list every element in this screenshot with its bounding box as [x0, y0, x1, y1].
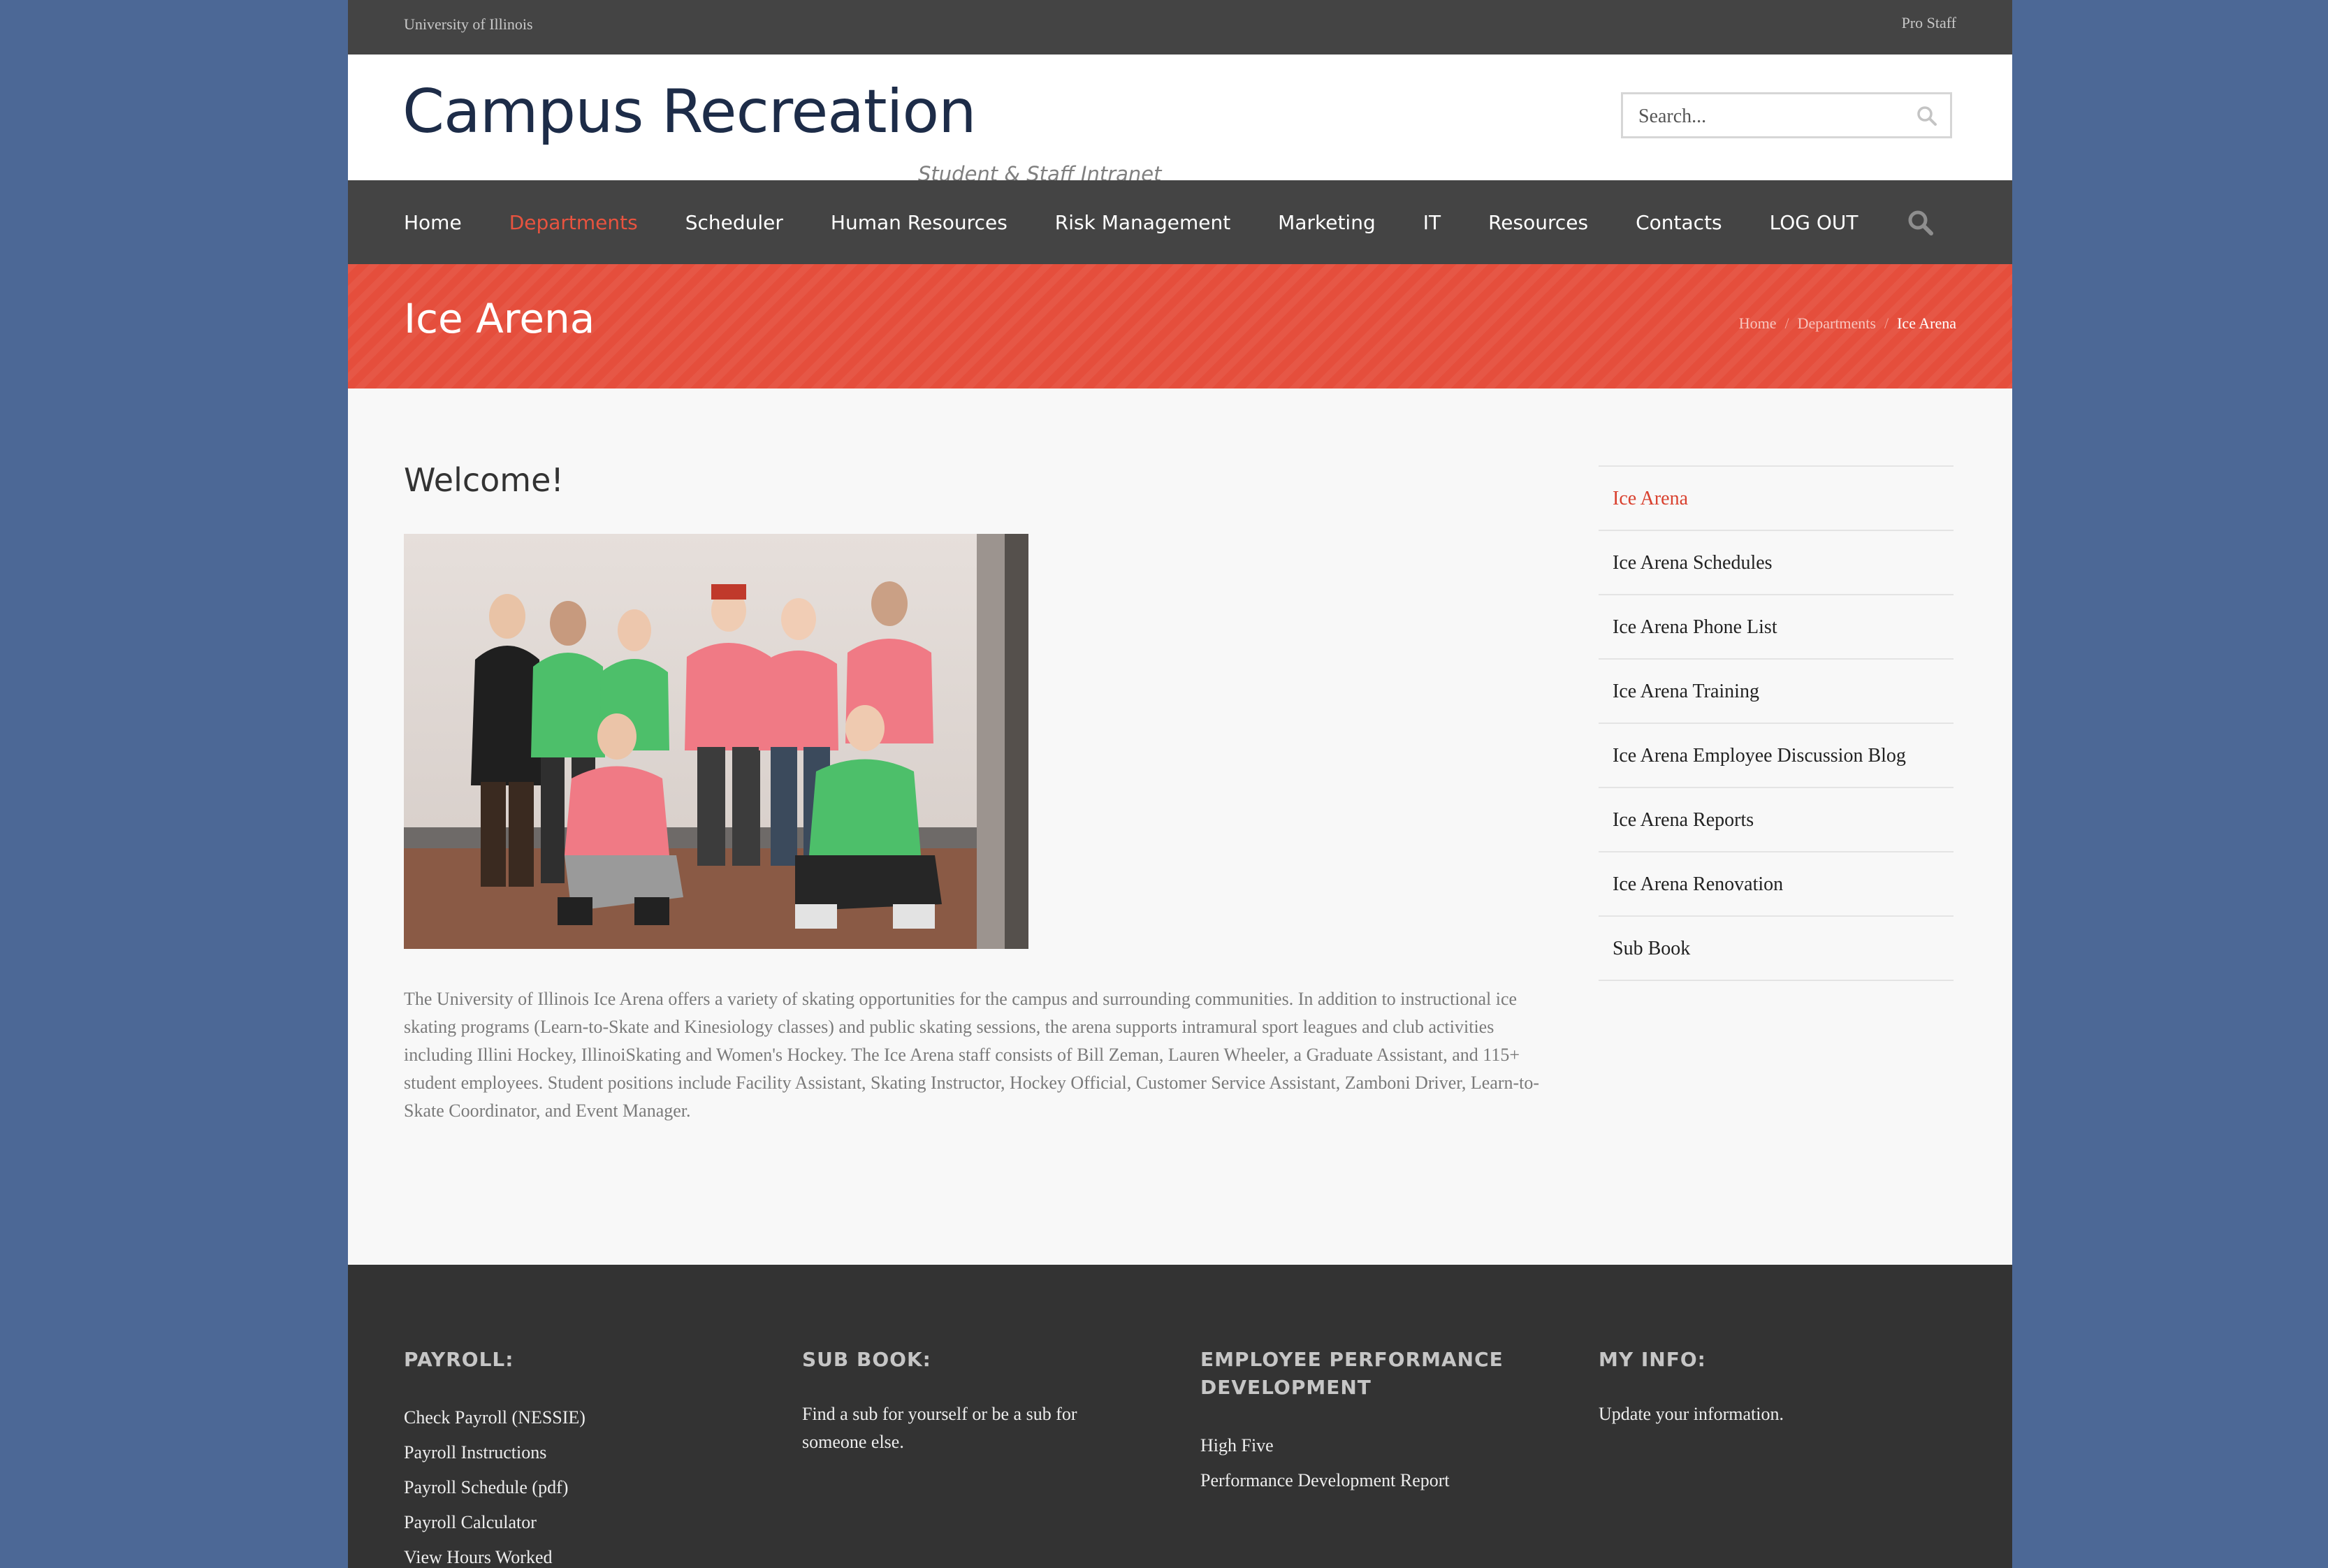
footer-myinfo-heading: MY INFO:: [1599, 1348, 1706, 1371]
nav-search-icon[interactable]: [1907, 210, 1934, 236]
staff-group-image: [404, 534, 1028, 949]
footer-link-high-five[interactable]: High Five: [1200, 1428, 1508, 1463]
footer-myinfo-link[interactable]: Update your information.: [1599, 1400, 1948, 1428]
nav-item-home[interactable]: Home: [404, 211, 462, 234]
site-header: Campus Recreation Student & Staff Intran…: [348, 55, 2012, 186]
nav-item-human-resources[interactable]: Human Resources: [831, 211, 1007, 234]
nav-item-scheduler[interactable]: Scheduler: [685, 211, 783, 234]
main-content: Welcome! The University of Illinois Ice …: [348, 389, 2012, 1263]
main-navigation: Home Departments Scheduler Human Resourc…: [348, 180, 2012, 264]
top-utility-bar: University of Illinois Pro Staff: [348, 0, 2012, 55]
sidebar-item-renovation[interactable]: Ice Arena Renovation: [1599, 852, 1954, 917]
breadcrumb-separator: /: [1884, 314, 1889, 332]
page-title: Ice Arena: [404, 295, 595, 342]
welcome-heading: Welcome!: [404, 461, 564, 499]
footer-link-view-hours[interactable]: View Hours Worked: [404, 1540, 753, 1568]
footer-link-payroll-instructions[interactable]: Payroll Instructions: [404, 1435, 753, 1470]
footer-link-payroll-calculator[interactable]: Payroll Calculator: [404, 1505, 753, 1540]
footer-link-check-payroll[interactable]: Check Payroll (NESSIE): [404, 1400, 753, 1435]
footer-performance-heading: EMPLOYEE PERFORMANCE DEVELOPMENT: [1200, 1348, 1504, 1399]
institution-link[interactable]: University of Illinois: [404, 15, 533, 34]
footer-subbook-link[interactable]: Find a sub for yourself or be a sub for …: [802, 1400, 1130, 1456]
intro-paragraph: The University of Illinois Ice Arena off…: [404, 989, 1540, 1121]
sidebar-item-discussion-blog[interactable]: Ice Arena Employee Discussion Blog: [1599, 724, 1954, 788]
site-wrapper: University of Illinois Pro Staff Campus …: [348, 0, 2012, 1568]
sidebar-item-training[interactable]: Ice Arena Training: [1599, 660, 1954, 724]
search-icon[interactable]: [1916, 106, 1937, 126]
nav-item-risk-management[interactable]: Risk Management: [1055, 211, 1230, 234]
header-search-box: [1621, 92, 1952, 138]
search-input[interactable]: [1637, 104, 1905, 129]
nav-item-resources[interactable]: Resources: [1488, 211, 1588, 234]
sidebar-item-phone-list[interactable]: Ice Arena Phone List: [1599, 595, 1954, 660]
sidebar-item-reports[interactable]: Ice Arena Reports: [1599, 788, 1954, 852]
nav-item-departments[interactable]: Departments: [509, 211, 638, 234]
breadcrumb-home[interactable]: Home: [1739, 314, 1777, 333]
footer-subbook-heading: SUB BOOK:: [802, 1348, 931, 1371]
footer-link-performance-report[interactable]: Performance Development Report: [1200, 1463, 1508, 1498]
section-sidebar-nav: Ice Arena Ice Arena Schedules Ice Arena …: [1599, 465, 1954, 981]
sidebar-item-sub-book[interactable]: Sub Book: [1599, 917, 1954, 981]
sidebar-item-schedules[interactable]: Ice Arena Schedules: [1599, 531, 1954, 595]
footer-payroll: PAYROLL: Check Payroll (NESSIE) Payroll …: [404, 1346, 753, 1568]
site-logo-text[interactable]: Campus Recreation: [402, 77, 977, 147]
pro-staff-link[interactable]: Pro Staff: [1902, 14, 1956, 32]
sidebar-item-ice-arena[interactable]: Ice Arena: [1599, 467, 1954, 531]
nav-item-contacts[interactable]: Contacts: [1636, 211, 1722, 234]
nav-item-marketing[interactable]: Marketing: [1278, 211, 1376, 234]
footer-myinfo: MY INFO: Update your information.: [1599, 1346, 1948, 1428]
breadcrumb: Home / Departments / Ice Arena: [1739, 314, 1956, 333]
footer-payroll-heading: PAYROLL:: [404, 1348, 514, 1371]
breadcrumb-departments[interactable]: Departments: [1798, 314, 1876, 333]
site-footer: PAYROLL: Check Payroll (NESSIE) Payroll …: [348, 1265, 2012, 1568]
footer-link-payroll-schedule[interactable]: Payroll Schedule (pdf): [404, 1470, 753, 1505]
nav-item-logout[interactable]: LOG OUT: [1770, 211, 1858, 234]
page-title-banner: Ice Arena Home / Departments / Ice Arena: [348, 264, 2012, 389]
breadcrumb-separator: /: [1784, 314, 1789, 332]
staff-photo: [404, 534, 1028, 949]
breadcrumb-current: Ice Arena: [1897, 314, 1956, 332]
nav-item-it[interactable]: IT: [1423, 211, 1441, 234]
footer-performance: EMPLOYEE PERFORMANCE DEVELOPMENT High Fi…: [1200, 1346, 1508, 1498]
footer-subbook: SUB BOOK: Find a sub for yourself or be …: [802, 1346, 1130, 1456]
